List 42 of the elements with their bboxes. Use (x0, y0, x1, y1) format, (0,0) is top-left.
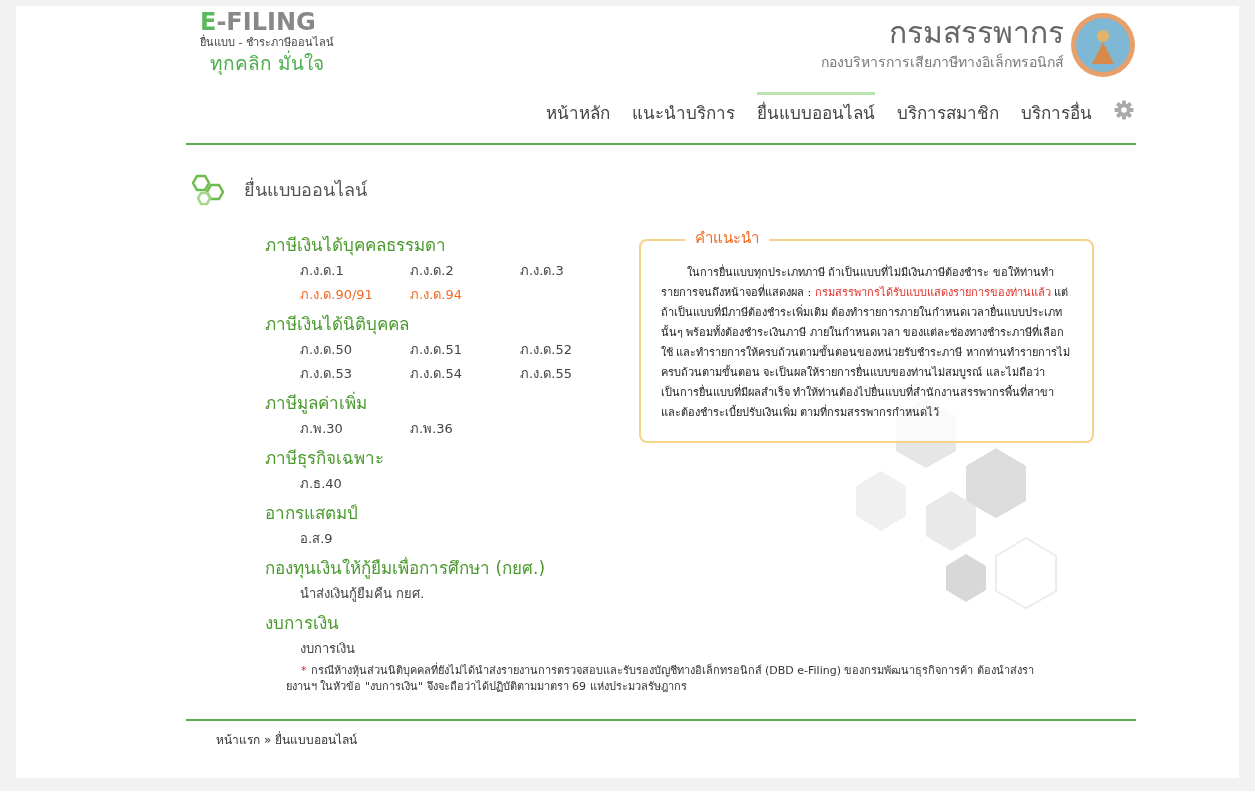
category-heading: ภาษีธุรกิจเฉพาะ (265, 446, 384, 470)
form-link[interactable]: ภ.ง.ด.1 (300, 258, 344, 283)
form-link[interactable]: ภ.ง.ด.3 (520, 258, 564, 283)
nav-tab[interactable]: หน้าหลัก (546, 92, 610, 129)
agency-name: กรมสรรพากร (889, 17, 1064, 48)
footnote: * กรณีห้างหุ้นส่วนนิติบุคคลที่ยังไม่ได้นำส่งรายงานการตรวจสอบและรับรองบัญชีทางอิเล็กทรอนิกส์ (DBD e-Filing) ของกรมพัฒนาธุรกิจการค้า ต้องนำส่งรายงานฯ ในหัวข้อ "งบการเงิน" จึงจะถือว่าได้ปฏิบัติตามมาตรา 69 แห่งประมวลรัษฎากร (286, 662, 1035, 695)
logo-slogan: ทุกคลิก มั่นใจ (209, 51, 326, 76)
logo-name: -FILING (216, 10, 316, 34)
logo-subtitle: ยื่นแบบ - ชำระภาษีออนไลน์ (200, 35, 334, 50)
nav-tab[interactable]: ยื่นแบบออนไลน์ (757, 92, 875, 129)
instructions-text: ในการยื่นแบบทุกประเภทภาษี ถ้าเป็นแบบที่ไม่มีเงินภาษีต้องชำระ ขอให้ท่านทำรายการจนถึงหน้าจอที่แสดงผล : กรมสรรพากรได้รับแบบแสดงรายการของท่านแล้ว แต่ถ้าเป็นแบบที่มีภาษีต้องชำระเพิ่มเติม ต้องทำรายการภายในกำหนดเวลายื่นแบบประเภทนั้นๆ พร้อมทั้งต้องชำระเงินภาษี ภายในกำหนดเวลา ของแต่ละช่องทางชำระภาษีที่เลือกใช้ และทำรายการให้ครบถ้วนตามขั้นตอนของหน่วยรับชำระภาษี หากท่านทำรายการไม่ครบถ้วนตามขั้นตอน จะเป็นผลให้รายการยื่นแบบของท่านไม่สมบูรณ์ และไม่ถือว่าเป็นการยื่นแบบที่มีผลสำเร็จ ทำให้ท่านต้องไปยื่นแบบที่สำนักงานสรรพากรพื้นที่สาขาและต้องชำระเบี้ยปรับเงินเพิ่ม ตามที่กรมสรรพากรกำหนดไว้ (661, 263, 1071, 421)
category-heading: อากรแสตมป์ (265, 501, 358, 525)
form-link[interactable]: ภ.ง.ด.52 (520, 337, 572, 362)
breadcrumb-separator: » (264, 731, 272, 749)
seal-icon (1070, 12, 1136, 78)
form-link[interactable]: ภ.ง.ด.53 (300, 361, 352, 386)
form-link[interactable]: อ.ส.9 (300, 526, 333, 551)
settings-icon[interactable] (1114, 100, 1134, 121)
nav-tab[interactable]: บริการสมาชิก (897, 92, 999, 129)
nav-tab[interactable]: แนะนำบริการ (632, 92, 735, 129)
category-heading: ภาษีเงินได้นิติบุคคล (265, 312, 409, 336)
form-link[interactable]: ภ.ง.ด.50 (300, 337, 352, 362)
logo-mark: E (200, 10, 217, 34)
category-heading: กองทุนเงินให้กู้ยืมเพื่อการศึกษา (กยศ.) (265, 555, 546, 580)
form-link[interactable]: ภ.พ.30 (300, 416, 343, 441)
form-link[interactable]: ภ.ธ.40 (300, 471, 342, 496)
nav-tab[interactable]: บริการอื่น (1021, 92, 1092, 129)
form-link[interactable]: ภ.พ.36 (410, 416, 453, 441)
category-heading: งบการเงิน (265, 611, 339, 635)
breadcrumb-current: ยื่นแบบออนไลน์ (275, 730, 358, 749)
category-heading: ภาษีมูลค่าเพิ่ม (265, 390, 367, 415)
form-link[interactable]: นำส่งเงินกู้ยืมคืน กยศ. (300, 581, 425, 606)
form-link[interactable]: ภ.ง.ด.55 (520, 361, 572, 386)
hexagon-icon (192, 172, 226, 207)
form-link[interactable]: ภ.ง.ด.54 (410, 361, 462, 386)
form-link[interactable]: ภ.ง.ด.2 (410, 258, 454, 283)
form-link[interactable]: งบการเงิน (300, 636, 355, 661)
breadcrumb-link[interactable]: หน้าแรก (216, 730, 260, 749)
page-title: ยื่นแบบออนไลน์ (244, 176, 367, 202)
form-link[interactable]: ภ.ง.ด.51 (410, 337, 462, 362)
agency-division: กองบริหารการเสียภาษีทางอิเล็กทรอนิกส์ (821, 52, 1064, 72)
category-heading: ภาษีเงินได้บุคคลธรรมดา (265, 233, 446, 257)
